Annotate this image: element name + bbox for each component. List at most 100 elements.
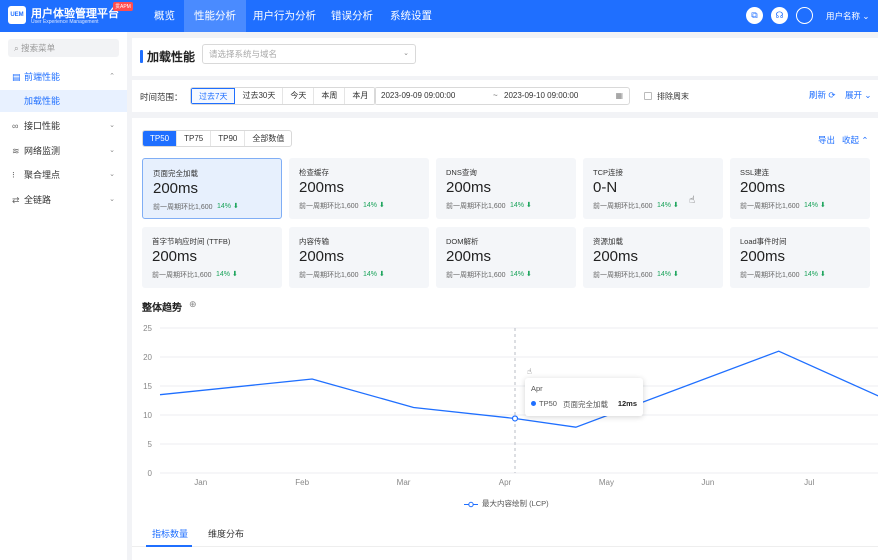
time-range-group: 过去7天 过去30天 今天 本周 本月 [190, 87, 377, 105]
trace-icon: ⇄ [12, 195, 20, 205]
range-last-30-days[interactable]: 过去30天 [235, 88, 284, 104]
tp75-button[interactable]: TP75 [177, 131, 212, 146]
date-range-picker[interactable]: 2023-09-09 09:00:00 ~ 2023-09-10 09:00:0… [374, 87, 630, 105]
app-logo: UEM [8, 6, 26, 24]
info-icon[interactable]: ⊕ [189, 299, 197, 310]
metric-title: 页面完全加载 [153, 169, 198, 178]
chart-legend[interactable]: 最大内容绘制 (LCP) [464, 498, 549, 509]
metric-value: 200ms [740, 179, 786, 196]
legend-marker-icon [464, 501, 478, 507]
y-tick-label: 15 [143, 382, 152, 391]
active-tab-indicator [146, 545, 192, 547]
metric-compare: 前一周期环比1,600 [593, 203, 653, 210]
metric-card[interactable]: DNS查询 200ms 前一周期环比1,600 14% ⬇ [436, 158, 576, 219]
legend-label: 最大内容绘制 (LCP) [482, 499, 549, 508]
user-menu[interactable]: 用户名称 ⌄ [826, 10, 869, 22]
x-tick-label: Jun [701, 478, 714, 487]
range-this-week[interactable]: 本周 [314, 88, 346, 104]
metric-card[interactable]: 检查缓存 200ms 前一周期环比1,600 14% ⬇ [289, 158, 429, 219]
sidebar-item-load-performance[interactable]: 加载性能 [0, 90, 127, 112]
menu-search-input[interactable]: ⌕ 搜索菜单 [8, 39, 119, 57]
metric-value: 200ms [153, 180, 199, 197]
metric-value: 200ms [740, 248, 786, 265]
sidebar-item-label: 接口性能 [24, 121, 61, 131]
metric-title: 检查缓存 [299, 168, 329, 177]
sidebar-item-label: 前端性能 [24, 72, 61, 82]
tooltip-series-short: TP50 [539, 399, 557, 408]
series-dot [531, 401, 536, 406]
wifi-icon: ≋ [12, 146, 20, 156]
collapse-button[interactable]: 收起 ⌃ [842, 134, 868, 146]
tab-dimension-distribution[interactable]: 维度分布 [208, 527, 244, 540]
chevron-down-icon: ⌄ [109, 122, 115, 129]
metric-value: 200ms [299, 248, 345, 265]
metric-title: Load事件时间 [740, 237, 787, 246]
exclude-weekend-checkbox[interactable] [644, 92, 652, 100]
range-this-month[interactable]: 本月 [345, 88, 375, 104]
tooltip-value: 12ms [617, 399, 637, 408]
series-line [159, 350, 878, 428]
expand-filters-button[interactable]: 展开 ⌄ [845, 89, 871, 101]
sidebar-item-tracking[interactable]: ⁝ 聚合埋点 ⌄ [0, 163, 127, 187]
menu-search-placeholder: 搜索菜单 [21, 43, 56, 53]
sidebar-item-network[interactable]: ≋ 网络监测 ⌄ [0, 139, 127, 163]
page-header: 加载性能 请选择系统与域名 ⌄ [132, 38, 878, 76]
metric-value: 200ms [446, 179, 492, 196]
nav-error-analysis[interactable]: 错误分析 [331, 0, 373, 32]
tab-metric-count[interactable]: 指标数量 [152, 527, 188, 540]
metric-card[interactable]: Load事件时间 200ms 前一周期环比1,600 14% ⬇ [730, 227, 870, 288]
range-last-7-days[interactable]: 过去7天 [191, 88, 236, 104]
nav-overview[interactable]: 概览 [154, 0, 175, 32]
sidebar-item-api[interactable]: ∞ 接口性能 ⌄ [0, 114, 127, 138]
metric-card[interactable]: 内容传输 200ms 前一周期环比1,600 14% ⬇ [289, 227, 429, 288]
chevron-down-icon: ⌄ [109, 171, 115, 178]
sidebar-item-trace[interactable]: ⇄ 全链路 ⌄ [0, 188, 127, 212]
tooltip-month: Apr [531, 384, 543, 393]
metric-compare: 前一周期环比1,600 [153, 204, 213, 211]
metric-compare: 前一周期环比1,600 [299, 272, 359, 279]
metric-value: 200ms [593, 248, 639, 265]
metric-compare: 前一周期环比1,600 [740, 272, 800, 279]
metric-value: 200ms [152, 248, 198, 265]
metric-card[interactable]: TCP连接 0-N 前一周期环比1,600 14% ⬇ [583, 158, 723, 219]
metric-card[interactable]: SSL建连 200ms 前一周期环比1,600 14% ⬇ [730, 158, 870, 219]
grid-icon: ⁝ [12, 170, 15, 180]
y-tick-label: 20 [143, 353, 152, 362]
sidebar: ⌕ 搜索菜单 ▤ 前端性能 ⌃ 加载性能 ∞ 接口性能 ⌄ ≋ 网络监测 ⌄ ⁝ 聚合埋点 ⌄ … [0, 32, 127, 560]
y-tick-label: 10 [143, 411, 152, 420]
metric-compare: 前一周期环比1,600 [446, 203, 506, 210]
metric-card[interactable]: 首字节响应时间 (TTFB) 200ms 前一周期环比1,600 14% ⬇ [142, 227, 282, 288]
all-values-button[interactable]: 全部数值 [245, 131, 291, 146]
metric-change: 14% ⬇ [363, 271, 385, 278]
tp90-button[interactable]: TP90 [211, 131, 246, 146]
page-title: 加载性能 [147, 50, 196, 64]
x-tick-label: Jul [804, 478, 814, 487]
nav-performance[interactable]: 性能分析 [184, 0, 246, 32]
metric-compare: 前一周期环比1,600 [446, 272, 506, 279]
x-tick-label: Feb [295, 478, 309, 487]
metric-title: DOM解析 [446, 237, 479, 246]
end-date: 2023-09-10 09:00:00 [504, 91, 579, 100]
chevron-down-icon: ⌄ [109, 196, 115, 203]
export-button[interactable]: 导出 [818, 134, 835, 146]
metric-title: 资源加载 [593, 237, 623, 246]
headset-icon[interactable]: ☊ [771, 7, 788, 24]
tp50-button[interactable]: TP50 [143, 131, 178, 146]
screenshot-icon[interactable]: ⧉ [746, 7, 763, 24]
sidebar-item-label: 网络监测 [24, 146, 61, 156]
metric-change: 14% ⬇ [510, 271, 532, 278]
x-tick-label: May [599, 478, 614, 487]
avatar-icon[interactable] [796, 7, 813, 24]
system-domain-select[interactable]: 请选择系统与域名 ⌄ [202, 44, 416, 64]
metric-card[interactable]: DOM解析 200ms 前一周期环比1,600 14% ⬇ [436, 227, 576, 288]
metric-value: 0-N [593, 179, 618, 196]
metric-card[interactable]: 资源加载 200ms 前一周期环比1,600 14% ⬇ [583, 227, 723, 288]
sidebar-item-frontend[interactable]: ▤ 前端性能 ⌃ [0, 65, 127, 89]
metric-card[interactable]: 页面完全加载 200ms 前一周期环比1,600 14% ⬇ [142, 158, 282, 219]
nav-user-behavior[interactable]: 用户行为分析 [253, 0, 316, 32]
refresh-button[interactable]: 刷新 ⟳ [809, 89, 835, 101]
link-icon: ∞ [12, 121, 19, 131]
nav-system-settings[interactable]: 系统设置 [390, 0, 432, 32]
range-today[interactable]: 今天 [283, 88, 315, 104]
metric-change: 14% ⬇ [657, 202, 679, 209]
